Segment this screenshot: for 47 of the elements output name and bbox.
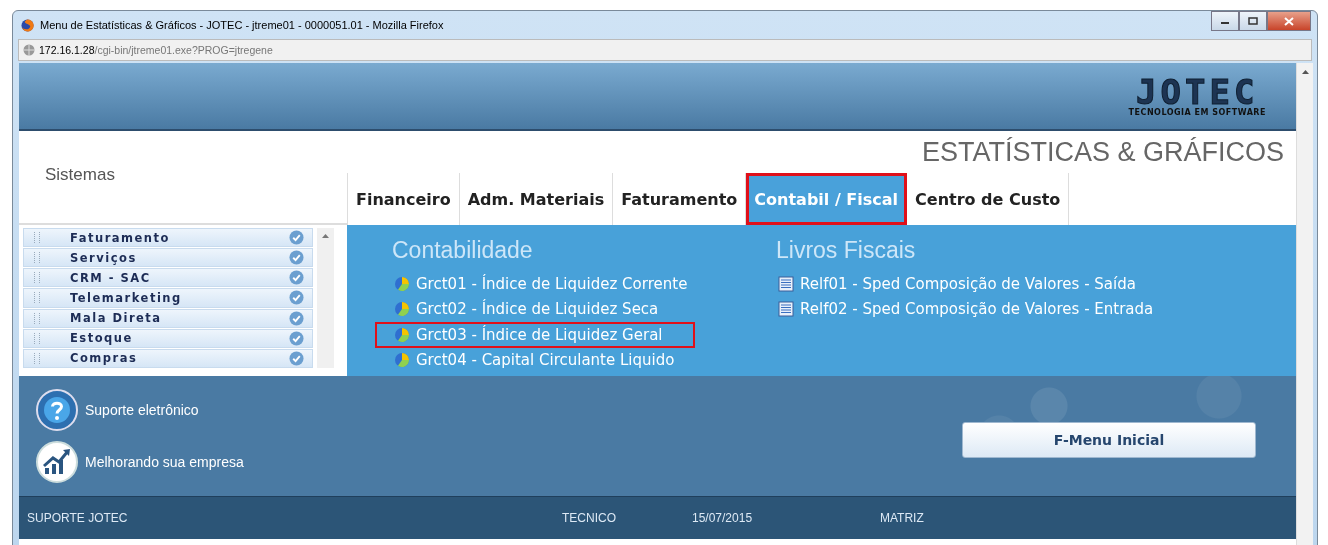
list-document-icon [778,275,794,292]
globe-icon [23,44,35,56]
pie-chart-icon [394,301,410,318]
check-icon [289,290,304,306]
scroll-up-icon[interactable] [321,233,330,239]
sidebar-item[interactable]: Serviços [23,248,313,268]
sidebar-item[interactable]: Telemarketing [23,288,313,308]
check-icon [289,270,304,286]
list-document-icon [778,301,794,318]
maximize-button[interactable] [1239,11,1267,31]
browser-logo-icon [21,18,34,32]
sidebar-item[interactable]: Estoque [23,328,313,348]
support-link[interactable]: Suporte eletrônico [85,402,199,418]
minimize-button[interactable] [1211,11,1239,31]
pie-chart-icon [394,326,410,343]
check-icon [289,230,304,246]
support-link[interactable]: Melhorando sua empresa [85,454,244,470]
close-button[interactable] [1267,11,1311,31]
status-text: SUPORTE JOTEC [26,511,129,525]
growth-chart-icon [35,440,79,484]
sidebar-item[interactable]: Mala Direta [23,308,313,328]
scroll-up-icon[interactable] [1300,69,1310,75]
home-menu-button[interactable]: F-Menu Inicial [962,422,1256,458]
address-bar[interactable]: 172.16.1.28/cgi-bin/jtreme01.exe?PROG=jtregene [18,39,1312,61]
sidebar-item[interactable]: Compras [23,348,313,368]
pie-chart-icon [394,352,410,369]
close-icon [1284,16,1294,26]
logo: JOTEC TECNOLOGIA EM SOFTWARE [1127,71,1267,119]
pie-chart-icon [394,275,410,292]
status-text: MATRIZ [880,511,924,525]
section-heading: Contabilidade [392,237,534,265]
window-title: Menu de Estatísticas & Gráficos - JOTEC - jtreme01 - 0000051.01 - Mozilla Firefox [40,19,444,31]
sidebar-item[interactable]: CRM - SAC [23,268,313,288]
page-scrollbar[interactable] [1296,63,1313,545]
sidebar-title: Sistemas [44,164,116,186]
section-heading: Livros Fiscais [776,237,917,265]
scrollbar[interactable] [317,228,334,368]
check-icon [289,250,304,266]
check-icon [289,350,304,366]
status-text: TECNICO [562,511,617,525]
status-text: 15/07/2015 [692,511,754,525]
check-icon [289,330,304,346]
sidebar-item[interactable]: Faturamento [23,228,313,248]
page-title: ESTATÍSTICAS & GRÁFICOS [920,136,1285,169]
maximize-icon [1248,17,1258,25]
check-icon [289,310,304,326]
help-icon [35,388,79,432]
